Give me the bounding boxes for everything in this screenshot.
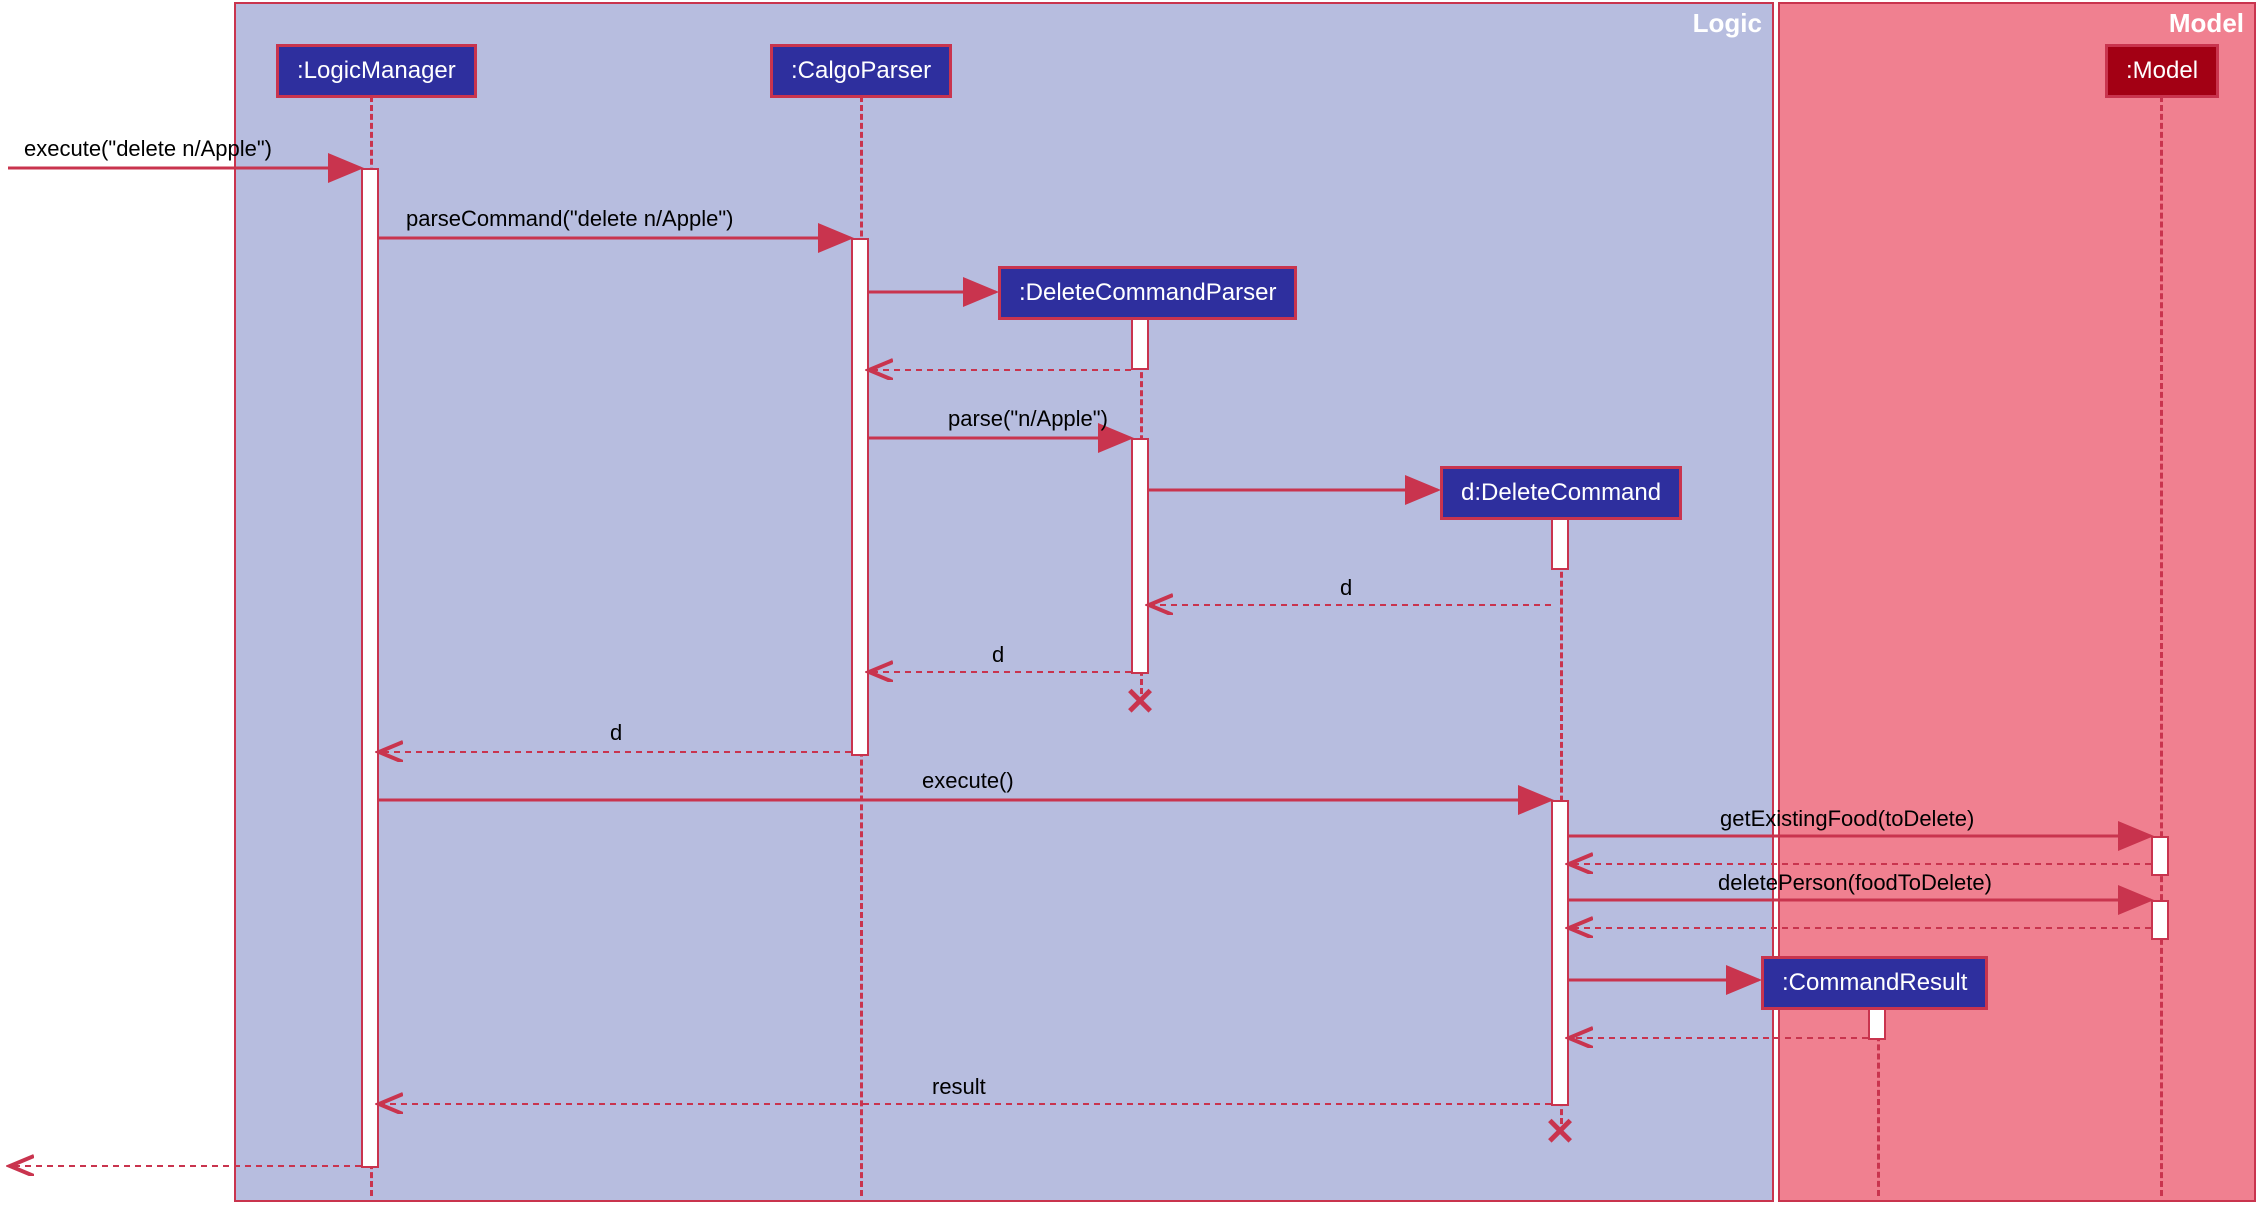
- msg-parsecommand: parseCommand("delete n/Apple"): [406, 206, 733, 232]
- msg-result: result: [932, 1074, 986, 1100]
- frame-model-title: Model: [2169, 8, 2244, 39]
- destroy-deletecommandparser: ✕: [1124, 680, 1156, 725]
- destroy-deletecommand: ✕: [1544, 1110, 1576, 1155]
- activation-dc-1: [1551, 518, 1569, 570]
- participant-model: :Model: [2105, 44, 2219, 98]
- participant-commandresult: :CommandResult: [1761, 956, 1988, 1010]
- frame-model: Model: [1778, 2, 2256, 1202]
- activation-calgoparser: [851, 238, 869, 756]
- participant-logicmanager: :LogicManager: [276, 44, 477, 98]
- msg-deleteperson: deletePerson(foodToDelete): [1718, 870, 1992, 896]
- msg-execute2: execute(): [922, 768, 1014, 794]
- activation-logicmanager: [361, 168, 379, 1168]
- activation-dcp-1: [1131, 318, 1149, 370]
- frame-logic-title: Logic: [1693, 8, 1762, 39]
- participant-calgoparser: :CalgoParser: [770, 44, 952, 98]
- activation-model-1: [2151, 836, 2169, 876]
- msg-return-d3: d: [610, 720, 622, 746]
- activation-dcp-2: [1131, 438, 1149, 674]
- frame-logic: Logic: [234, 2, 1774, 1202]
- participant-deletecommandparser: :DeleteCommandParser: [998, 266, 1297, 320]
- msg-parse: parse("n/Apple"): [948, 406, 1108, 432]
- msg-getexisting: getExistingFood(toDelete): [1720, 806, 1974, 832]
- msg-return-d2: d: [992, 642, 1004, 668]
- participant-deletecommand: d:DeleteCommand: [1440, 466, 1682, 520]
- msg-return-d1: d: [1340, 575, 1352, 601]
- msg-execute: execute("delete n/Apple"): [24, 136, 272, 162]
- activation-model-2: [2151, 900, 2169, 940]
- lifeline-model: [2160, 96, 2163, 1196]
- activation-cr-1: [1868, 1008, 1886, 1040]
- activation-dc-2: [1551, 800, 1569, 1106]
